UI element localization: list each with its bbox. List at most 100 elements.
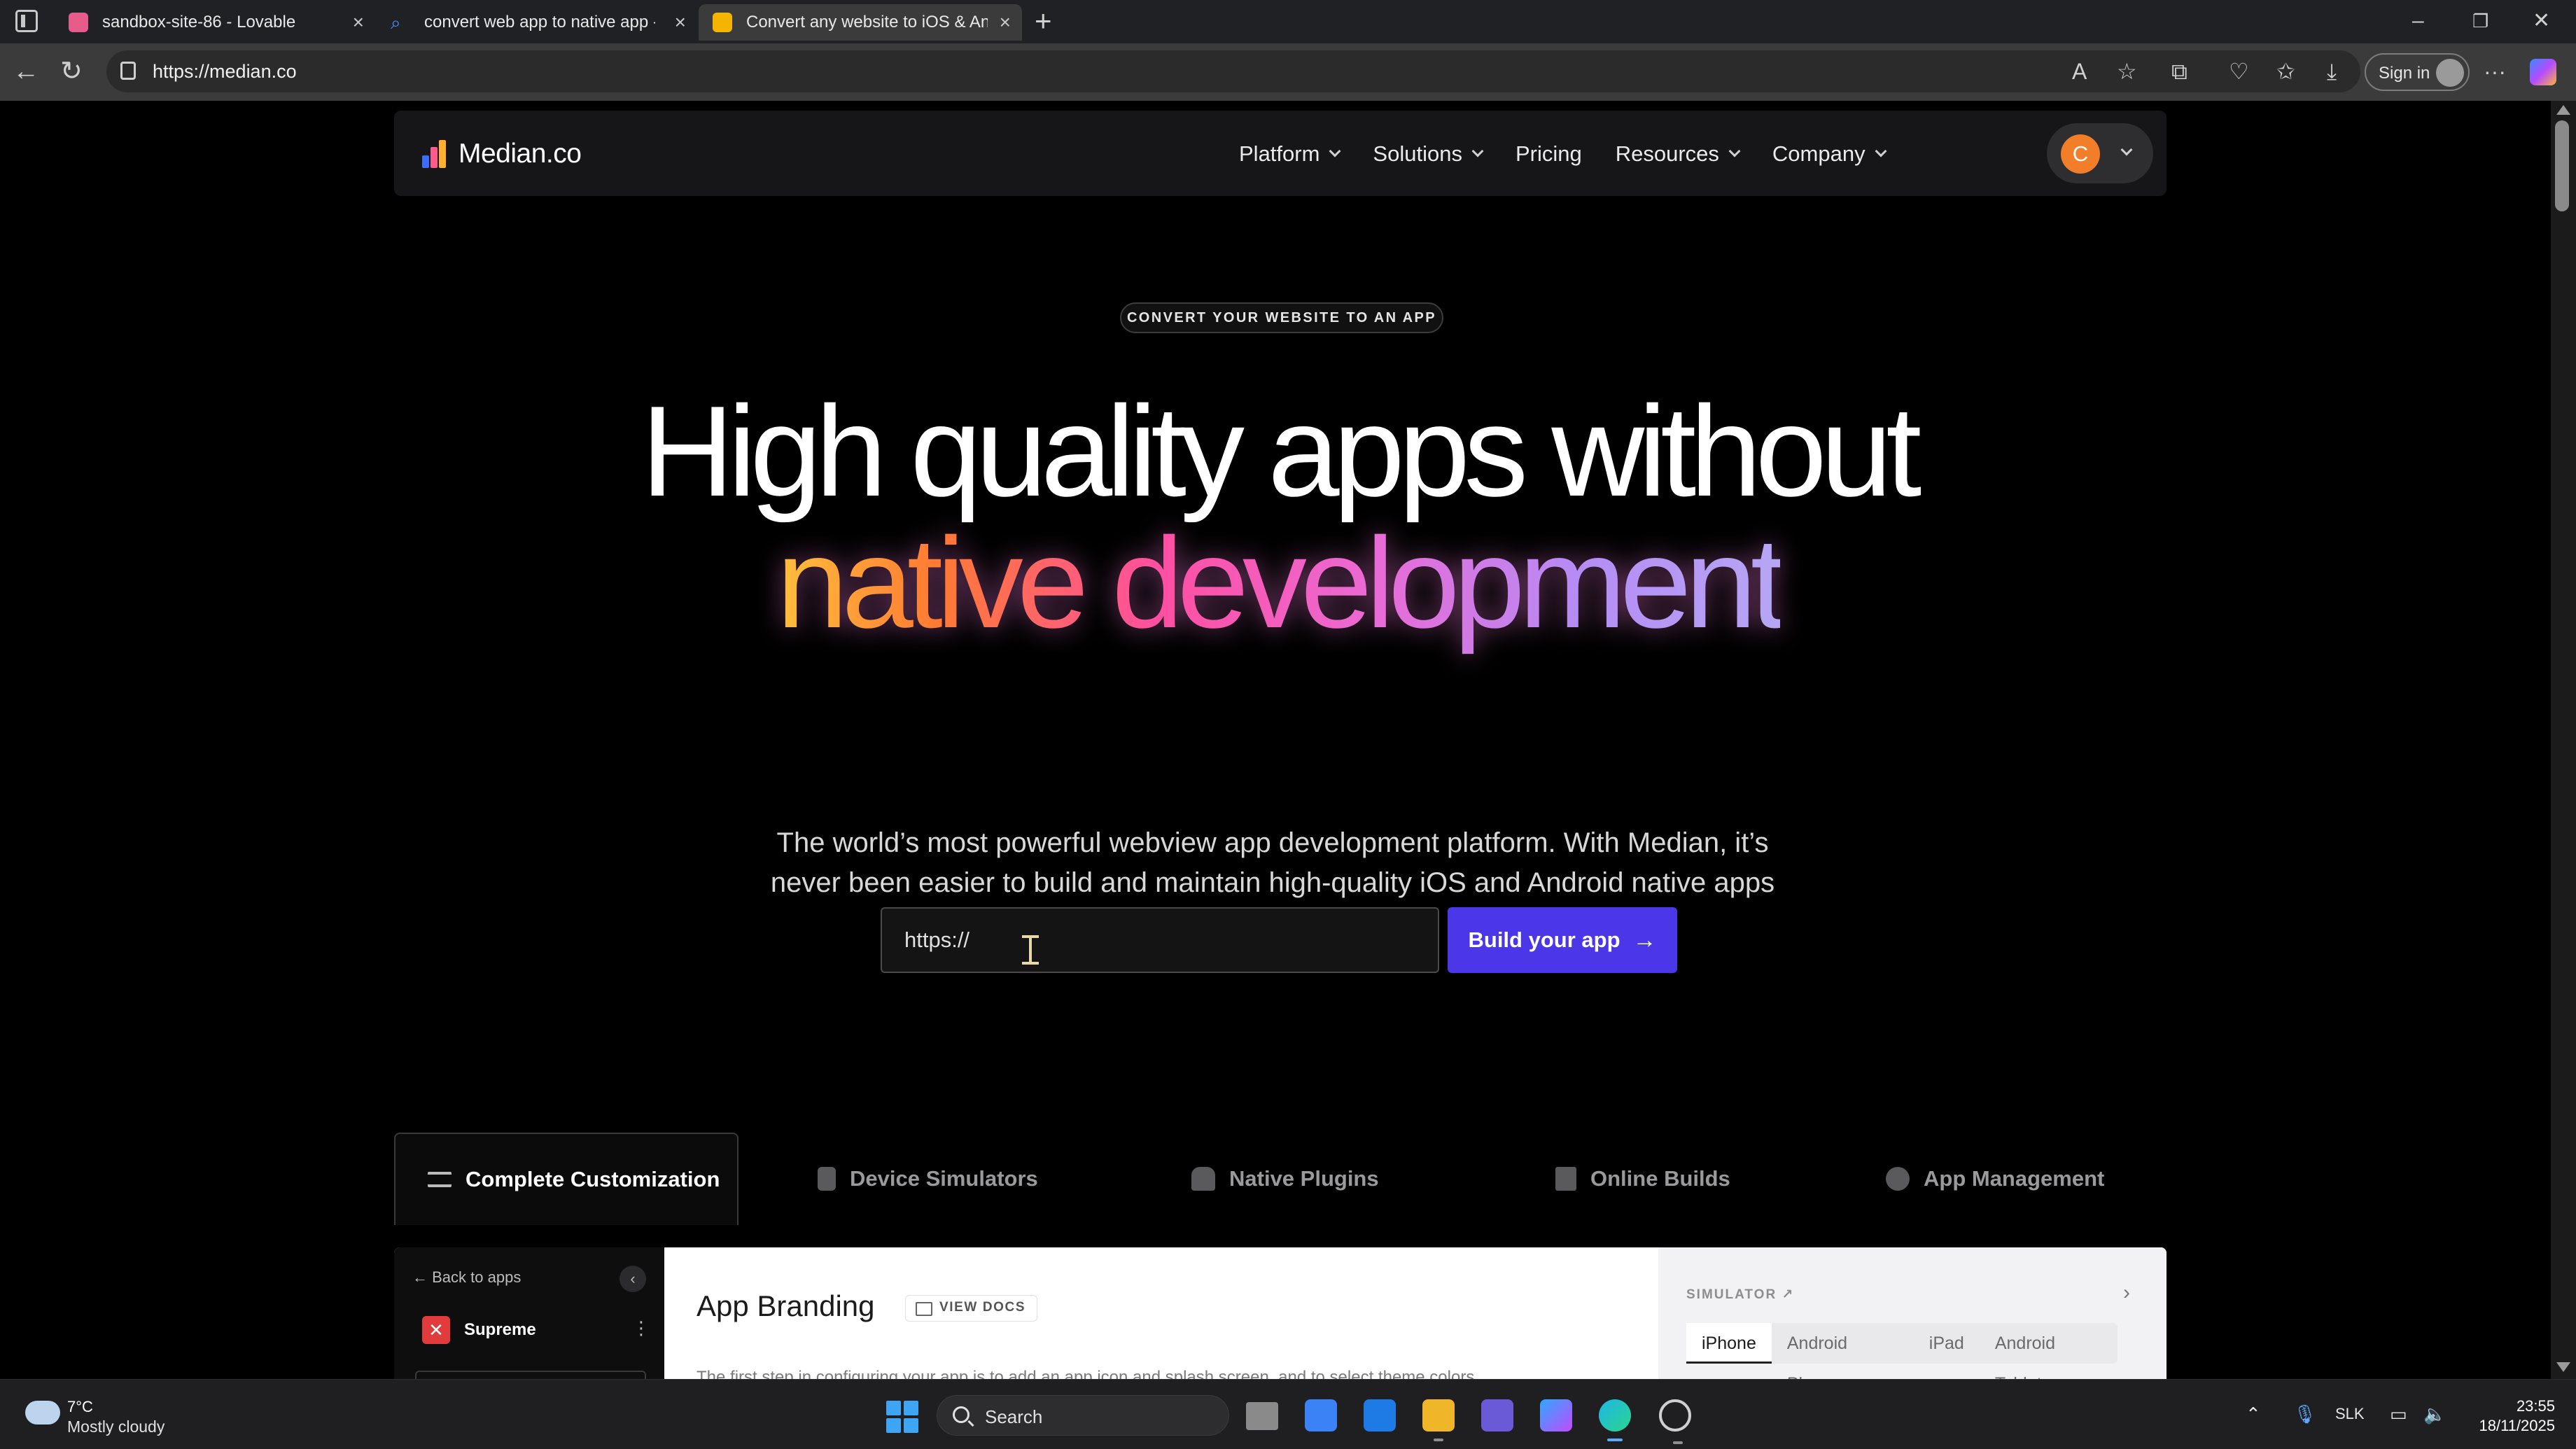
weather-temperature[interactable]: 7°C [67, 1398, 93, 1416]
microphone-icon[interactable]: 🎙 [2293, 1402, 2316, 1426]
task-view-icon[interactable] [1246, 1402, 1278, 1430]
volume-icon[interactable]: 🔈 [2423, 1402, 2446, 1426]
extensions-icon[interactable]: ⧉ [2171, 57, 2188, 85]
copilot-icon[interactable] [2530, 59, 2556, 85]
tab-actions-icon[interactable] [15, 10, 38, 32]
network-icon[interactable]: ▭ [2390, 1402, 2407, 1426]
scroll-down-icon[interactable] [2556, 1362, 2570, 1372]
tab-label: App Management [1924, 1166, 2105, 1191]
browser-tab-lovable[interactable]: sandbox-site-86 - Lovable × [55, 4, 375, 41]
url-text[interactable]: https://median.co [153, 61, 297, 83]
more-options-icon[interactable]: ··· [2484, 57, 2506, 85]
hero-headline-line1: High quality apps without [640, 379, 1922, 523]
hero-headline-line2: native development [6, 512, 2551, 652]
browser-tab-median[interactable]: Convert any website to iOS & An × [699, 4, 1022, 41]
tab-app-management[interactable]: App Management [1886, 1133, 2104, 1225]
page-scrollbar[interactable] [2551, 101, 2576, 1379]
language-indicator[interactable]: SLK [2335, 1402, 2365, 1426]
reload-icon[interactable]: ↻ [60, 56, 83, 87]
scrollbar-thumb[interactable] [2555, 120, 2569, 211]
website-url-input[interactable] [881, 907, 1439, 973]
tab-label: Complete Customization [465, 1167, 720, 1191]
microsoft-365-icon[interactable] [1540, 1399, 1572, 1432]
chrome-browser-icon[interactable] [1659, 1399, 1691, 1444]
collapse-sidebar-icon[interactable]: ‹ [620, 1266, 646, 1292]
kebab-menu-icon[interactable]: ⋮ [632, 1317, 650, 1339]
user-avatar: C [2061, 134, 2100, 174]
tab-title: Convert any website to iOS & An [746, 13, 988, 31]
median-logo[interactable]: Median.co [422, 139, 582, 169]
browser-toolbar: ← ↻ https://median.co A ☆ ⧉ ♡ ✩ ⤓ Sign i… [0, 43, 2576, 101]
show-hidden-icons-icon[interactable]: ⌃ [2246, 1402, 2261, 1426]
build-your-app-button[interactable]: Build your app → [1448, 907, 1677, 973]
sign-in-label: Sign in [2379, 64, 2430, 83]
browser-essentials-icon[interactable]: ♡ [2229, 57, 2249, 85]
median-logo-icon [422, 140, 447, 168]
simulator-panel: SIMULATOR ↗ › iPhone Android Phone iPad … [1658, 1247, 2166, 1379]
edge-browser-icon[interactable] [1599, 1399, 1631, 1441]
weather-cloud-icon[interactable] [25, 1394, 60, 1424]
device-tab-iphone[interactable]: iPhone [1686, 1323, 1772, 1364]
simulator-label: SIMULATOR ↗ [1686, 1287, 1795, 1302]
preview-search-field[interactable] [415, 1371, 646, 1379]
device-tab-android-tablet[interactable]: Android Tablet [1980, 1323, 2118, 1379]
nav-pricing[interactable]: Pricing [1516, 141, 1582, 167]
restore-icon[interactable]: ❐ [2472, 7, 2488, 35]
tab-complete-customization[interactable]: Complete Customization [394, 1133, 738, 1225]
back-icon[interactable]: ← [13, 56, 39, 87]
back-to-apps-link[interactable]: ← Back to apps [412, 1268, 521, 1287]
tab-native-plugins[interactable]: Native Plugins [1191, 1133, 1379, 1225]
text-cursor-icon [1022, 935, 1039, 965]
chevron-down-icon [1728, 145, 1741, 158]
close-tab-icon[interactable]: × [353, 13, 364, 32]
nav-platform[interactable]: Platform [1239, 141, 1341, 167]
system-clock[interactable]: 23:55 18/11/2025 [2464, 1396, 2555, 1436]
tab-online-builds[interactable]: Online Builds [1555, 1133, 1730, 1225]
sign-in-button[interactable]: Sign in [2365, 53, 2470, 91]
preview-main: App Branding VIEW DOCS The first step in… [664, 1247, 1658, 1379]
tab-title: convert web app to native app - I [424, 13, 655, 31]
browser-tab-search[interactable]: ⌕ convert web app to native app - I × [377, 4, 697, 41]
favorites-icon[interactable]: ✩ [2276, 57, 2295, 85]
read-aloud-icon[interactable]: A [2072, 57, 2087, 85]
nav-solutions[interactable]: Solutions [1373, 141, 1484, 167]
external-link-icon[interactable]: ↗ [1782, 1287, 1794, 1302]
view-docs-button[interactable]: VIEW DOCS [905, 1295, 1038, 1322]
downloads-icon[interactable]: ⤓ [2327, 57, 2337, 85]
taskbar-search[interactable]: Search [937, 1395, 1229, 1436]
nav-label: Resources [1615, 141, 1719, 166]
windows-start-icon[interactable] [886, 1401, 918, 1433]
tab-device-simulators[interactable]: Device Simulators [818, 1133, 1038, 1225]
section-description: The first step in configuring your app i… [696, 1368, 1475, 1379]
address-bar[interactable]: https://median.co [106, 50, 2360, 92]
new-tab-button[interactable]: + [1035, 6, 1052, 36]
chevron-down-icon [1875, 145, 1887, 158]
nav-label: Solutions [1373, 141, 1462, 166]
device-tab-ipad[interactable]: iPad [1914, 1323, 1980, 1364]
outlook-icon[interactable] [1364, 1399, 1396, 1432]
nav-resources[interactable]: Resources [1615, 141, 1741, 167]
nav-label: Pricing [1515, 141, 1582, 166]
microsoft-store-icon[interactable] [1305, 1399, 1337, 1432]
cta-label: Build your app [1468, 927, 1620, 952]
close-window-icon[interactable]: ✕ [2533, 7, 2550, 35]
chevron-right-icon[interactable]: › [2123, 1281, 2130, 1305]
device-tab-android-phone[interactable]: Android Phone [1772, 1323, 1914, 1379]
favorite-star-icon[interactable]: ☆ [2117, 57, 2137, 85]
minimize-icon[interactable]: – [2412, 7, 2424, 35]
preview-sidebar: ← Back to apps ‹ ✕ Supreme ⋮ [394, 1247, 664, 1379]
close-tab-icon[interactable]: × [675, 13, 686, 32]
teams-icon[interactable] [1481, 1399, 1513, 1432]
nav-label: Company [1772, 141, 1865, 166]
phone-icon [818, 1167, 836, 1191]
file-explorer-icon[interactable] [1422, 1399, 1455, 1441]
preview-app-item[interactable]: ✕ Supreme [422, 1316, 536, 1344]
scroll-up-icon[interactable] [2556, 105, 2570, 115]
nav-company[interactable]: Company [1772, 141, 1887, 167]
browser-tab-bar: sandbox-site-86 - Lovable × ⌕ convert we… [0, 0, 2576, 43]
main-nav: Platform Solutions Pricing Resources Com… [1239, 141, 1887, 167]
close-tab-icon[interactable]: × [1000, 13, 1011, 32]
weather-description[interactable]: Mostly cloudy [67, 1418, 164, 1436]
account-menu-button[interactable]: C [2047, 123, 2153, 183]
search-favicon-icon: ⌕ [391, 12, 401, 33]
